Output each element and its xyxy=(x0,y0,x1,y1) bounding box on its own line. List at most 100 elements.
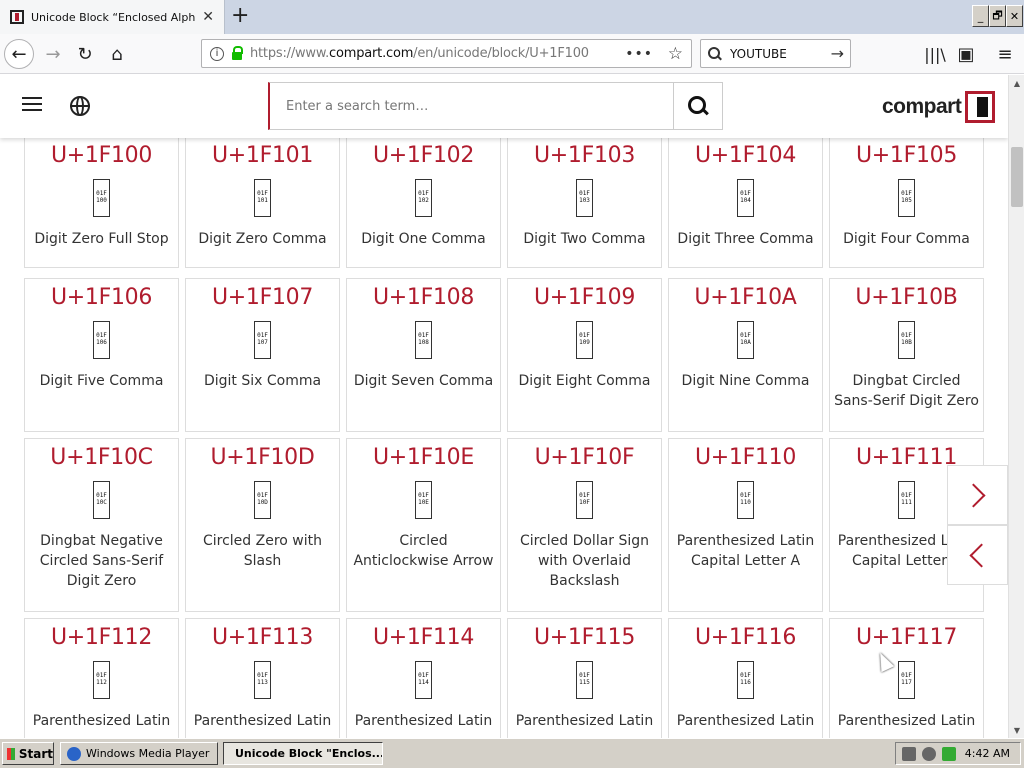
code-point-label[interactable]: U+1F106 xyxy=(25,285,178,315)
page-actions-icon[interactable]: ••• xyxy=(625,46,653,62)
code-point-label[interactable]: U+1F116 xyxy=(669,625,822,655)
code-point-label[interactable]: U+1F10A xyxy=(669,285,822,315)
tray-volume-icon[interactable] xyxy=(942,746,956,761)
character-card[interactable]: U+1F100 01F 100 Digit Zero Full Stop xyxy=(24,136,179,268)
code-point-label[interactable]: U+1F107 xyxy=(186,285,339,315)
character-card[interactable]: U+1F10E 01F 10E Circled Anticlockwise Arrow xyxy=(346,438,501,612)
code-point-label[interactable]: U+1F115 xyxy=(508,625,661,655)
language-globe-icon[interactable] xyxy=(70,96,90,116)
character-card[interactable]: U+1F117 01F 117 Parenthesized Latin xyxy=(829,618,984,738)
vertical-scrollbar[interactable]: ▲ ▼ xyxy=(1008,75,1024,738)
new-tab-button[interactable]: + xyxy=(231,3,253,29)
library-button[interactable]: |||\ xyxy=(920,39,950,69)
code-point-label[interactable]: U+1F10B xyxy=(830,285,983,315)
character-card[interactable]: U+1F114 01F 114 Parenthesized Latin xyxy=(346,618,501,738)
character-name[interactable]: Digit Three Comma xyxy=(669,229,822,249)
character-card[interactable]: U+1F104 01F 104 Digit Three Comma xyxy=(668,136,823,268)
sidebar-button[interactable]: ▣ xyxy=(951,39,981,69)
forward-button[interactable]: → xyxy=(38,39,68,69)
task-browser[interactable]: Unicode Block "Enclos... xyxy=(223,742,383,765)
character-name[interactable]: Digit Six Comma xyxy=(186,371,339,391)
address-bar[interactable]: i https://www.compart.com/en/unicode/blo… xyxy=(201,39,692,68)
next-page-button[interactable] xyxy=(947,465,1008,525)
code-point-label[interactable]: U+1F10E xyxy=(347,445,500,475)
info-icon[interactable]: i xyxy=(210,46,224,61)
code-point-label[interactable]: U+1F104 xyxy=(669,143,822,173)
tray-keyboard-icon[interactable] xyxy=(902,746,916,761)
character-card[interactable]: U+1F10C 01F 10C Dingbat Negative Circled Sa… xyxy=(24,438,179,612)
character-name[interactable]: Dingbat Negative Circled Sans-Serif Digi… xyxy=(25,531,178,591)
character-card[interactable]: U+1F116 01F 116 Parenthesized Latin xyxy=(668,618,823,738)
code-point-label[interactable]: U+1F105 xyxy=(830,143,983,173)
browser-tab[interactable]: Unicode Block “Enclosed Alphanum ✕ xyxy=(0,0,225,34)
character-card[interactable]: U+1F115 01F 115 Parenthesized Latin xyxy=(507,618,662,738)
back-button[interactable]: ← xyxy=(4,39,34,69)
code-point-label[interactable]: U+1F10F xyxy=(508,445,661,475)
character-name[interactable]: Digit Zero Full Stop xyxy=(25,229,178,249)
character-name[interactable]: Digit Seven Comma xyxy=(347,371,500,391)
close-window-button[interactable]: ✕ xyxy=(1006,5,1023,27)
code-point-label[interactable]: U+1F117 xyxy=(830,625,983,655)
character-card[interactable]: U+1F10B 01F 10B Dingbat Circled Sans-Serif … xyxy=(829,278,984,432)
code-point-label[interactable]: U+1F114 xyxy=(347,625,500,655)
character-name[interactable]: Digit Five Comma xyxy=(25,371,178,391)
character-card[interactable]: U+1F102 01F 102 Digit One Comma xyxy=(346,136,501,268)
character-name[interactable]: Dingbat Circled Sans-Serif Digit Zero xyxy=(830,371,983,411)
lock-icon[interactable] xyxy=(232,45,243,60)
previous-page-button[interactable] xyxy=(947,525,1008,585)
character-name[interactable]: Parenthesized Latin xyxy=(347,711,500,731)
code-point-label[interactable]: U+1F103 xyxy=(508,143,661,173)
character-name[interactable]: Parenthesized Latin xyxy=(830,711,983,731)
scroll-up-icon[interactable]: ▲ xyxy=(1009,75,1024,91)
task-windows-media-player[interactable]: Windows Media Player xyxy=(60,742,218,765)
code-point-label[interactable]: U+1F10C xyxy=(25,445,178,475)
character-card[interactable]: U+1F10F 01F 10F Circled Dollar Sign with Ov… xyxy=(507,438,662,612)
start-button[interactable]: Start xyxy=(2,742,54,765)
character-card[interactable]: U+1F10D 01F 10D Circled Zero with Slash xyxy=(185,438,340,612)
character-card[interactable]: U+1F113 01F 113 Parenthesized Latin xyxy=(185,618,340,738)
code-point-label[interactable]: U+1F101 xyxy=(186,143,339,173)
code-point-label[interactable]: U+1F113 xyxy=(186,625,339,655)
code-point-label[interactable]: U+1F110 xyxy=(669,445,822,475)
character-card[interactable]: U+1F105 01F 105 Digit Four Comma xyxy=(829,136,984,268)
url-text[interactable]: https://www.compart.com/en/unicode/block… xyxy=(250,46,589,61)
character-name[interactable]: Circled Dollar Sign with Overlaid Backsl… xyxy=(508,531,661,591)
character-name[interactable]: Circled Anticlockwise Arrow xyxy=(347,531,500,571)
character-name[interactable]: Digit Eight Comma xyxy=(508,371,661,391)
bookmark-star-icon[interactable]: ☆ xyxy=(668,44,683,64)
code-point-label[interactable]: U+1F102 xyxy=(347,143,500,173)
search-bar-text[interactable]: YOUTUBE xyxy=(730,47,787,61)
scrollbar-thumb[interactable] xyxy=(1011,147,1023,207)
minimize-button[interactable]: _ xyxy=(972,5,989,27)
character-name[interactable]: Digit Zero Comma xyxy=(186,229,339,249)
site-search-button[interactable] xyxy=(674,82,723,130)
character-name[interactable]: Digit One Comma xyxy=(347,229,500,249)
character-name[interactable]: Circled Zero with Slash xyxy=(186,531,339,571)
site-menu-icon[interactable] xyxy=(22,97,42,113)
site-search-input[interactable]: Enter a search term… xyxy=(268,82,674,130)
character-card[interactable]: U+1F101 01F 101 Digit Zero Comma xyxy=(185,136,340,268)
character-card[interactable]: U+1F112 01F 112 Parenthesized Latin xyxy=(24,618,179,738)
character-name[interactable]: Parenthesized Latin xyxy=(25,711,178,731)
character-name[interactable]: Parenthesized Latin Capital Letter A xyxy=(669,531,822,571)
code-point-label[interactable]: U+1F108 xyxy=(347,285,500,315)
browser-search-bar[interactable]: YOUTUBE → xyxy=(700,39,851,68)
character-name[interactable]: Parenthesized Latin xyxy=(669,711,822,731)
tab-close-icon[interactable]: ✕ xyxy=(202,9,214,25)
character-card[interactable]: U+1F103 01F 103 Digit Two Comma xyxy=(507,136,662,268)
scroll-down-icon[interactable]: ▼ xyxy=(1009,722,1024,738)
character-card[interactable]: U+1F106 01F 106 Digit Five Comma xyxy=(24,278,179,432)
character-card[interactable]: U+1F10A 01F 10A Digit Nine Comma xyxy=(668,278,823,432)
character-name[interactable]: Digit Four Comma xyxy=(830,229,983,249)
code-point-label[interactable]: U+1F112 xyxy=(25,625,178,655)
code-point-label[interactable]: U+1F100 xyxy=(25,143,178,173)
menu-button[interactable]: ≡ xyxy=(990,39,1020,69)
home-button[interactable]: ⌂ xyxy=(102,39,132,69)
search-go-icon[interactable]: → xyxy=(831,44,844,63)
code-point-label[interactable]: U+1F10D xyxy=(186,445,339,475)
restore-button[interactable]: 🗗 xyxy=(989,5,1006,27)
character-card[interactable]: U+1F110 01F 110 Parenthesized Latin Capital… xyxy=(668,438,823,612)
character-card[interactable]: U+1F109 01F 109 Digit Eight Comma xyxy=(507,278,662,432)
character-name[interactable]: Parenthesized Latin xyxy=(186,711,339,731)
character-name[interactable]: Digit Two Comma xyxy=(508,229,661,249)
